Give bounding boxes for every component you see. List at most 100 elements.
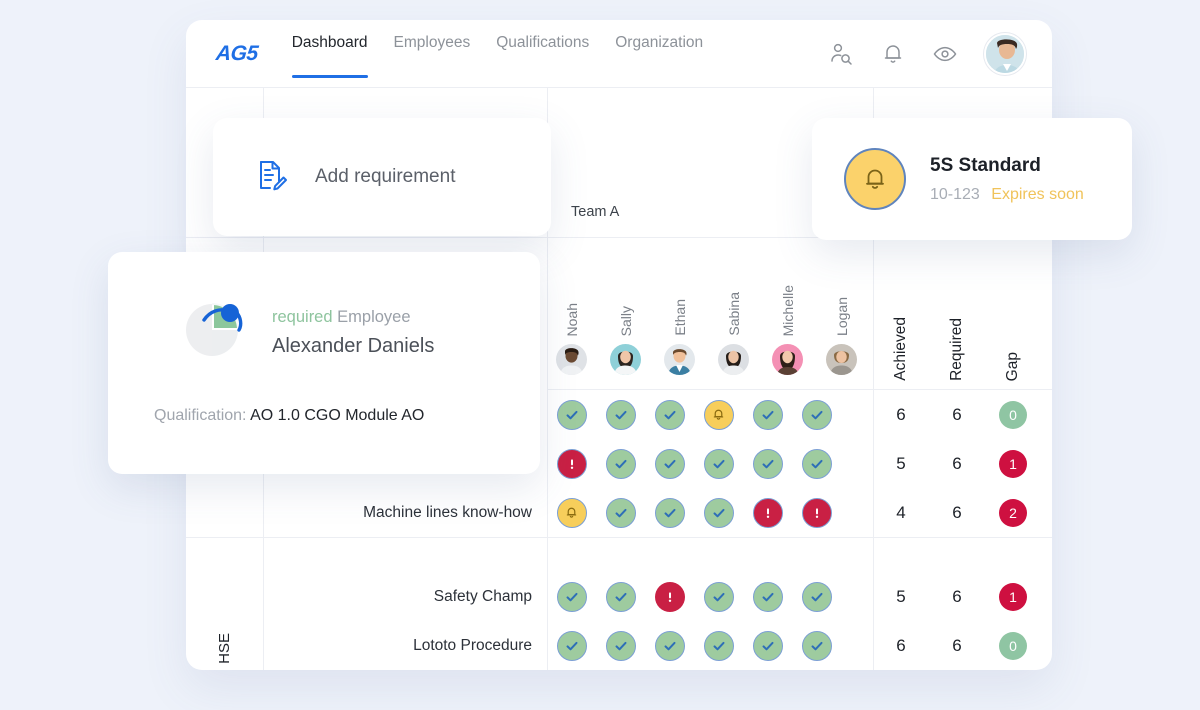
employee-column-logan[interactable]: Logan	[817, 237, 866, 389]
status-ok-icon	[753, 400, 783, 430]
status-cell[interactable]	[743, 449, 792, 479]
status-cell[interactable]	[743, 400, 792, 430]
employee-card-header: required Employee Alexander Daniels	[108, 294, 540, 371]
required-tag: required	[272, 308, 333, 326]
employee-avatar[interactable]	[826, 344, 857, 375]
status-cell[interactable]	[547, 631, 596, 661]
status-cell[interactable]	[596, 449, 645, 479]
employee-column-michelle[interactable]: Michelle	[763, 237, 812, 389]
employee-column-sally[interactable]: Sally	[601, 237, 650, 389]
status-cell[interactable]	[743, 582, 792, 612]
status-cell[interactable]	[792, 582, 841, 612]
status-cell[interactable]	[596, 631, 645, 661]
employee-name-label: Michelle	[780, 285, 796, 336]
employee-card-text: required Employee Alexander Daniels	[272, 308, 434, 358]
row-title[interactable]: Safety Champ	[264, 572, 540, 621]
row-metrics: 5 6 1	[873, 572, 1052, 621]
status-cell[interactable]	[547, 449, 596, 479]
status-cell[interactable]	[547, 400, 596, 430]
table-row	[547, 439, 873, 488]
status-ok-icon	[606, 582, 636, 612]
employee-column-sabina[interactable]: Sabina	[709, 237, 758, 389]
employee-kicker: required Employee	[272, 308, 434, 327]
qualification-label: Qualification:	[154, 407, 247, 424]
status-cell[interactable]	[792, 400, 841, 430]
status-cell[interactable]	[694, 582, 743, 612]
status-ok-icon	[606, 631, 636, 661]
status-cell[interactable]	[645, 631, 694, 661]
employee-column-noah[interactable]: Noah	[547, 237, 596, 389]
bell-icon[interactable]	[880, 41, 906, 67]
status-cell[interactable]	[547, 582, 596, 612]
gap-badge: 1	[999, 583, 1027, 611]
row-title[interactable]: Lototo Procedure	[264, 621, 540, 670]
status-ok-icon	[802, 582, 832, 612]
status-cell[interactable]	[645, 498, 694, 528]
group-label-hse: HSE	[186, 538, 263, 670]
eye-icon[interactable]	[932, 41, 958, 67]
status-cell[interactable]	[743, 498, 792, 528]
status-cell[interactable]	[596, 582, 645, 612]
status-ok-icon	[606, 449, 636, 479]
status-cell[interactable]	[694, 449, 743, 479]
employee-avatar[interactable]	[610, 344, 641, 375]
standard-notification-card[interactable]: 5S Standard 10-123 Expires soon	[812, 118, 1132, 240]
gap-cell: 1	[985, 450, 1041, 478]
status-cell[interactable]	[694, 498, 743, 528]
employee-avatar[interactable]	[772, 344, 803, 375]
employee-avatar[interactable]	[664, 344, 695, 375]
status-error-icon	[557, 449, 587, 479]
qualification-line: Qualification: AO 1.0 CGO Module AO	[108, 407, 540, 425]
status-cell[interactable]	[792, 631, 841, 661]
group-label-text: HSE	[216, 633, 233, 664]
table-row	[547, 621, 873, 670]
status-cell[interactable]	[694, 631, 743, 661]
status-cell[interactable]	[645, 582, 694, 612]
status-warning-bell-icon	[557, 498, 587, 528]
status-ok-icon	[655, 631, 685, 661]
metrics-header: Achieved Required Gap	[873, 238, 1052, 390]
status-cell[interactable]	[645, 400, 694, 430]
table-row	[547, 488, 873, 537]
employee-name-label: Sally	[618, 306, 634, 336]
status-cell[interactable]	[792, 498, 841, 528]
table-row	[547, 390, 873, 439]
achieved-value: 4	[873, 503, 929, 523]
status-ok-icon	[704, 582, 734, 612]
achieved-value: 6	[873, 636, 929, 656]
gap-cell: 2	[985, 499, 1041, 527]
ag5-logo[interactable]: AG5	[215, 42, 259, 66]
metric-header-label: Gap	[1004, 352, 1022, 381]
achieved-value: 6	[873, 405, 929, 425]
employee-name-label: Noah	[564, 303, 580, 336]
status-cell[interactable]	[596, 400, 645, 430]
status-ok-icon	[655, 498, 685, 528]
status-ok-icon	[557, 631, 587, 661]
nav-item-organization[interactable]: Organization	[615, 20, 703, 88]
nav-item-employees[interactable]: Employees	[394, 20, 471, 88]
status-ok-icon	[753, 449, 783, 479]
status-cell[interactable]	[645, 449, 694, 479]
employee-detail-card[interactable]: required Employee Alexander Daniels Qual…	[108, 252, 540, 474]
gap-badge: 1	[999, 450, 1027, 478]
employee-avatar[interactable]	[718, 344, 749, 375]
main-nav: Dashboard Employees Qualifications Organ…	[292, 20, 729, 88]
employee-column-ethan[interactable]: Ethan	[655, 237, 704, 389]
required-value: 6	[929, 405, 985, 425]
status-ok-icon	[704, 449, 734, 479]
status-cell[interactable]	[596, 498, 645, 528]
row-title[interactable]: Machine lines know-how	[264, 488, 540, 537]
status-cell[interactable]	[547, 498, 596, 528]
user-search-icon[interactable]	[828, 41, 854, 67]
employee-avatar[interactable]	[556, 344, 587, 375]
add-requirement-label: Add requirement	[315, 166, 455, 188]
status-cell[interactable]	[792, 449, 841, 479]
add-requirement-card[interactable]: Add requirement	[213, 118, 551, 236]
status-ok-icon	[557, 400, 587, 430]
status-cell[interactable]	[743, 631, 792, 661]
team-label: Team A	[571, 204, 619, 220]
nav-item-qualifications[interactable]: Qualifications	[496, 20, 589, 88]
avatar[interactable]	[984, 33, 1026, 75]
status-cell[interactable]	[694, 400, 743, 430]
nav-item-dashboard[interactable]: Dashboard	[292, 20, 368, 88]
